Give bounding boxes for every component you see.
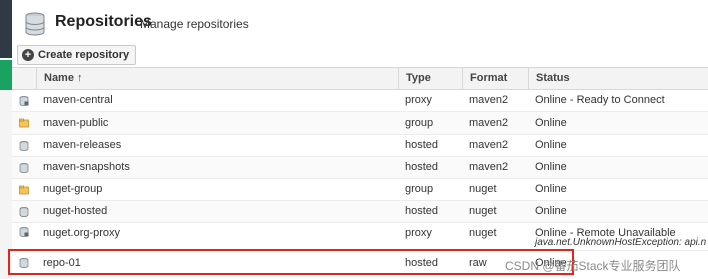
repo-status: Online: [535, 161, 567, 173]
repo-status: Online: [535, 183, 567, 195]
nav-strip-body: [0, 90, 12, 279]
repo-name: maven-central: [43, 94, 113, 106]
watermark: CSDN @番茄Stack专业服务团队: [505, 259, 681, 273]
repo-name: maven-releases: [43, 139, 122, 151]
repo-status-detail: java.net.UnknownHostException: api.n: [535, 237, 707, 248]
repo-status: Online - Ready to Connect: [535, 94, 665, 106]
repo-type: hosted: [405, 257, 439, 269]
left-nav-strip: [0, 0, 12, 279]
table-row[interactable]: maven-central proxy maven2 Online - Read…: [12, 90, 708, 112]
repo-type: hosted: [405, 161, 439, 173]
repo-type: proxy: [405, 227, 432, 239]
column-header-status[interactable]: Status: [528, 68, 708, 89]
repo-status: Online: [535, 139, 567, 151]
hosted-repo-icon: [19, 163, 29, 173]
table-row[interactable]: maven-public group maven2 Online: [12, 112, 708, 135]
table-row[interactable]: maven-snapshots hosted maven2 Online: [12, 157, 708, 179]
nav-active-indicator[interactable]: [0, 60, 12, 90]
database-icon: [25, 12, 45, 36]
proxy-repo-icon: [19, 227, 29, 237]
create-repository-label: Create repository: [38, 49, 130, 61]
repositories-table: Name ↑ Type Format Status maven-central …: [12, 67, 708, 275]
repo-format: maven2: [469, 139, 509, 151]
column-header-icon: [12, 68, 36, 89]
group-repo-icon: [19, 118, 29, 128]
repo-name: nuget-hosted: [43, 205, 108, 217]
column-header-type[interactable]: Type: [398, 68, 462, 89]
hosted-repo-icon: [19, 207, 29, 217]
repo-type: proxy: [405, 94, 432, 106]
repo-status: Online: [535, 117, 567, 129]
page-header: Repositories Manage repositories: [12, 0, 708, 42]
column-header-format[interactable]: Format: [462, 68, 528, 89]
column-header-name[interactable]: Name ↑: [36, 68, 398, 89]
repo-type: group: [405, 117, 434, 129]
repo-name: repo-01: [43, 257, 81, 269]
repo-name: maven-public: [43, 117, 109, 129]
repo-format: nuget: [469, 183, 497, 195]
table-row[interactable]: nuget-hosted hosted nuget Online: [12, 201, 708, 223]
repo-format: maven2: [469, 117, 509, 129]
repo-name: nuget-group: [43, 183, 103, 195]
hosted-repo-icon: [19, 141, 29, 151]
table-row[interactable]: nuget-group group nuget Online: [12, 179, 708, 201]
plus-icon: +: [22, 49, 34, 61]
toolbar: + Create repository: [12, 43, 708, 67]
repo-type: group: [405, 183, 434, 195]
table-header: Name ↑ Type Format Status: [12, 67, 708, 90]
repo-type: hosted: [405, 205, 439, 217]
repo-name: nuget.org-proxy: [43, 227, 121, 239]
hosted-repo-icon: [19, 258, 29, 268]
repo-format: maven2: [469, 161, 509, 173]
repo-type: hosted: [405, 139, 439, 151]
create-repository-button[interactable]: + Create repository: [17, 45, 137, 65]
page-subtitle: Manage repositories: [140, 17, 249, 31]
page-title: Repositories: [55, 13, 152, 30]
repo-format: nuget: [469, 227, 497, 239]
table-row[interactable]: maven-releases hosted maven2 Online: [12, 135, 708, 157]
nav-header-strip: [0, 0, 12, 58]
proxy-repo-icon: [19, 96, 29, 106]
table-row[interactable]: nuget.org-proxy proxy nuget Online - Rem…: [12, 223, 708, 251]
repo-name: maven-snapshots: [43, 161, 130, 173]
repo-status: Online: [535, 205, 567, 217]
group-repo-icon: [19, 185, 29, 195]
repositories-panel: Repositories Manage repositories + Creat…: [12, 0, 708, 279]
repo-format: nuget: [469, 205, 497, 217]
repo-format: maven2: [469, 94, 509, 106]
